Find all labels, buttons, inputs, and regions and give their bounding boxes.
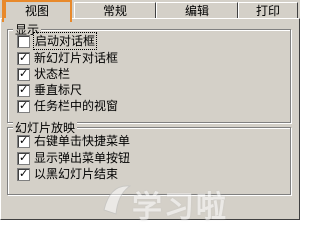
check-mark-icon: ✓ — [19, 167, 29, 180]
checkbox-label: 新幻灯片对话框 — [34, 51, 119, 65]
watermark-logo-icon — [103, 185, 132, 215]
checkbox-label: 显示弹出菜单按钮 — [34, 151, 131, 165]
checkbox[interactable]: ✓ — [17, 67, 30, 81]
watermark-text: 学习啦 — [132, 190, 228, 225]
checkbox[interactable]: ✓ — [17, 167, 30, 181]
check-mark-icon: ✓ — [19, 83, 29, 96]
checkbox[interactable] — [17, 35, 30, 48]
check-mark-icon: ✓ — [19, 134, 29, 147]
highlight-border — [4, 0, 6, 18]
checkbox-label: 右键单击快捷菜单 — [34, 134, 131, 148]
checkbox-label: 任务栏中的视窗 — [34, 99, 119, 113]
checkbox-label: 垂直标尺 — [34, 83, 83, 97]
check-mark-icon: ✓ — [19, 67, 29, 80]
check-mark-icon: ✓ — [19, 151, 29, 164]
watermark: 学习啦 — [100, 178, 290, 225]
tab-bar: 常规 编辑 打印 视图 — [0, 0, 300, 22]
checkbox[interactable]: ✓ — [17, 134, 30, 148]
tab-edit[interactable]: 编辑 — [156, 2, 238, 19]
checkbox-label: 启动对话框 — [32, 32, 98, 50]
tab-view[interactable]: 视图 — [2, 0, 72, 22]
checkbox[interactable]: ✓ — [17, 83, 30, 97]
checkbox[interactable]: ✓ — [17, 151, 30, 165]
check-mark-icon: ✓ — [19, 99, 29, 112]
checkbox[interactable]: ✓ — [17, 51, 30, 65]
options-dialog: 常规 编辑 打印 视图 显示 启动对话框 ✓ 新幻灯片对话框 ✓ 状态栏 ✓ 垂… — [0, 0, 300, 225]
tab-print[interactable]: 打印 — [238, 2, 298, 19]
tab-general[interactable]: 常规 — [74, 2, 156, 19]
check-mark-icon: ✓ — [19, 51, 29, 64]
checkbox[interactable]: ✓ — [17, 99, 30, 113]
checkbox-label: 状态栏 — [34, 67, 71, 81]
